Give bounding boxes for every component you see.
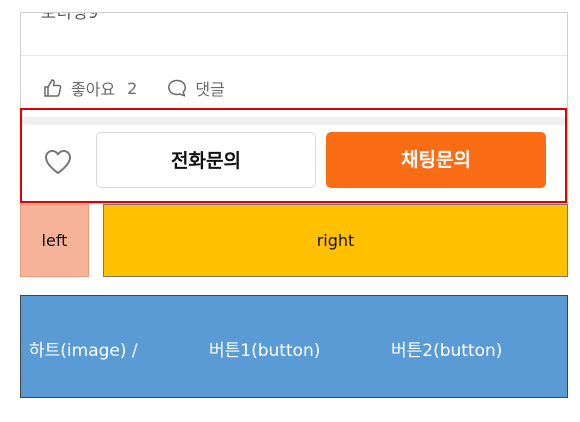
call-inquiry-button[interactable]: 전화문의 xyxy=(96,132,316,188)
legend-button2-text: 버튼2(button) xyxy=(391,341,503,361)
comment-icon[interactable] xyxy=(167,78,187,98)
social-bar: 좋아요 2 댓글 xyxy=(43,75,225,101)
clipped-text: 보더링9 xyxy=(41,12,100,22)
layout-right-box: right xyxy=(103,204,568,277)
left-label: left xyxy=(41,231,68,250)
chat-inquiry-button[interactable]: 채팅문의 xyxy=(326,132,546,188)
heart-button[interactable] xyxy=(42,146,74,178)
legend-button1-text: 버튼1(button) xyxy=(209,341,321,361)
heart-icon xyxy=(45,150,71,174)
action-bar: 전화문의 채팅문의 xyxy=(20,108,567,203)
like-count: 2 xyxy=(127,78,138,98)
thumbs-up-icon[interactable] xyxy=(43,78,63,98)
divider xyxy=(21,55,567,56)
legend-box: 하트(image) / 버튼1(button) 버튼2(button) xyxy=(20,295,568,398)
comment-label[interactable]: 댓글 xyxy=(195,76,224,100)
legend-heart-text: 하트(image) / xyxy=(29,341,138,361)
layout-left-box: left xyxy=(20,204,89,277)
right-label: right xyxy=(316,231,355,250)
like-label[interactable]: 좋아요 xyxy=(71,76,115,100)
